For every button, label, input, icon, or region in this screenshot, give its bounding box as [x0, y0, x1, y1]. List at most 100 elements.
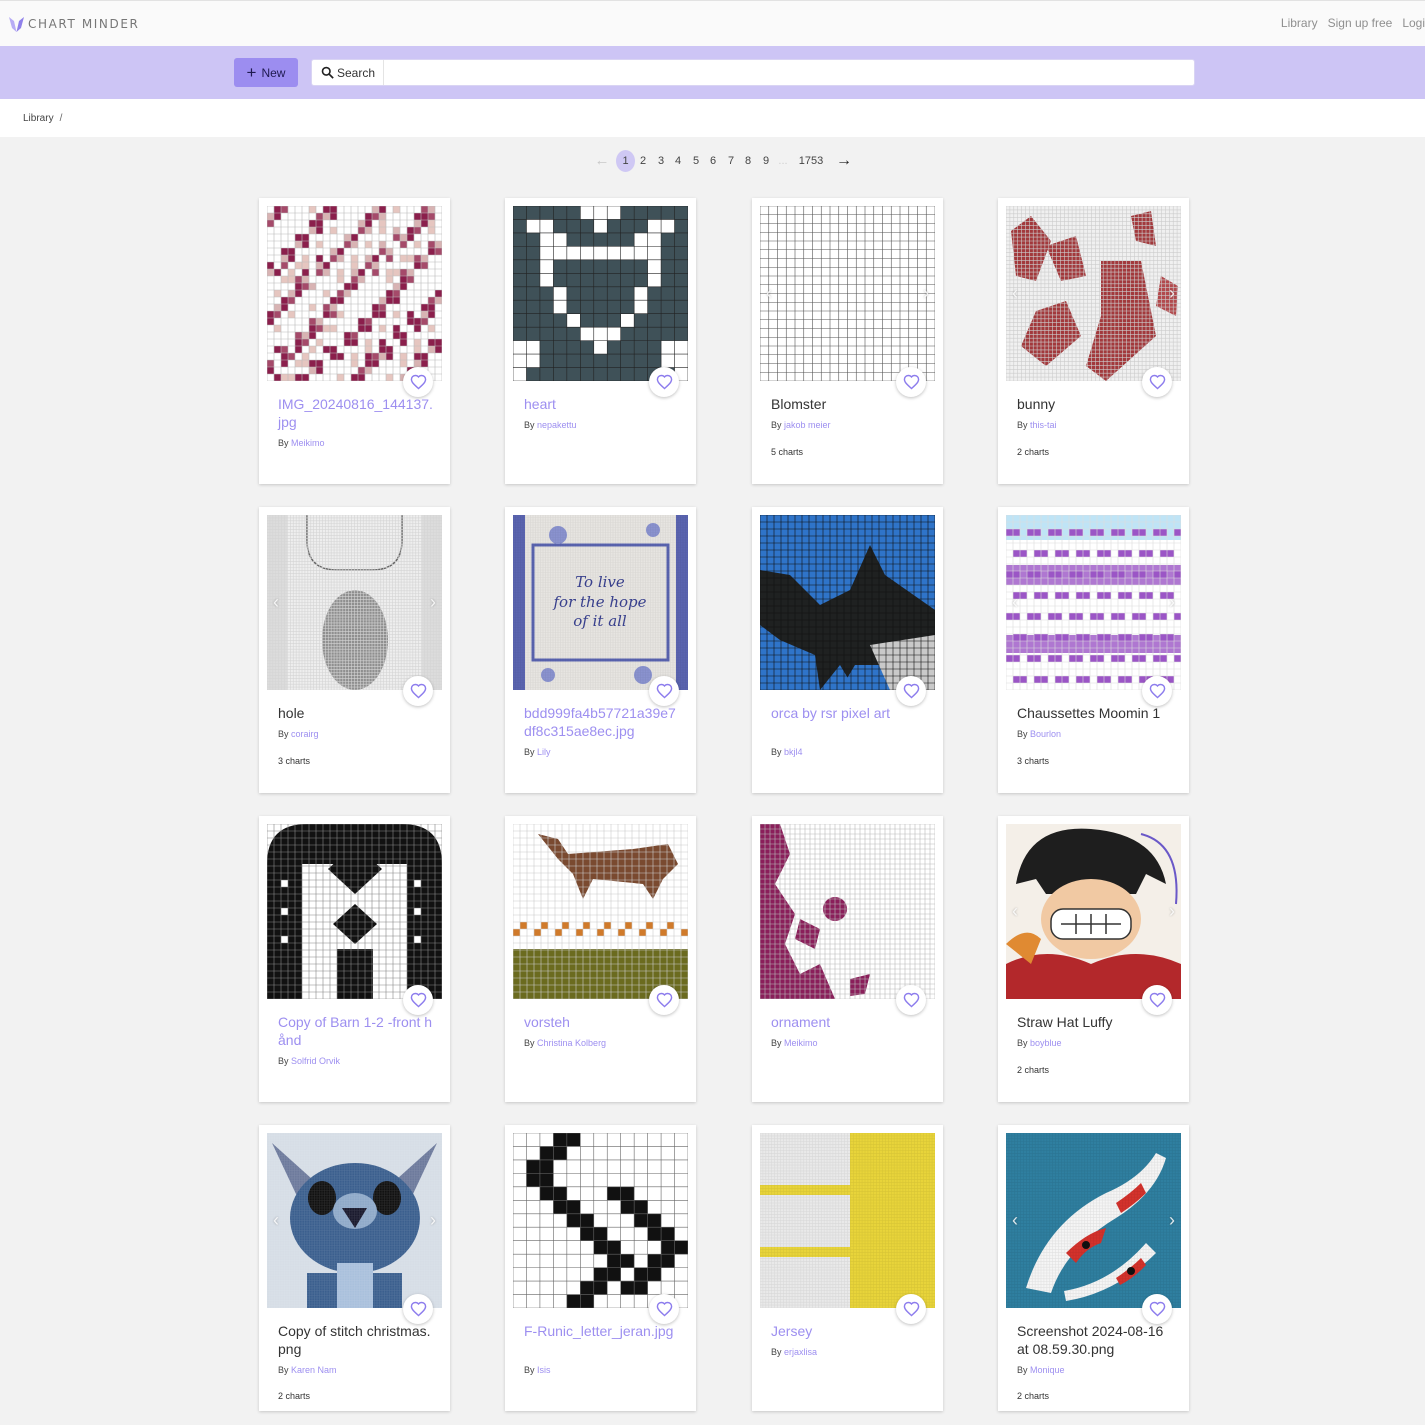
chart-card[interactable]: orca by rsr pixel art By bkjl4: [752, 507, 943, 793]
chart-thumbnail[interactable]: ‹ ›: [1006, 1133, 1181, 1308]
chart-card[interactable]: ‹ › hole By corairg 3 charts: [259, 507, 450, 793]
page-1[interactable]: 1: [616, 150, 635, 172]
chart-card[interactable]: ‹ › bunny By this-tai 2 charts: [998, 198, 1189, 484]
author-link[interactable]: Solfrid Orvik: [291, 1056, 340, 1066]
carousel-next-icon[interactable]: ›: [1169, 902, 1175, 920]
page-2[interactable]: 2: [638, 150, 648, 172]
author-link[interactable]: Meikimo: [291, 438, 325, 448]
chart-thumbnail[interactable]: ‹ ›: [267, 515, 442, 690]
chart-card[interactable]: IMG_20240816_144137.jpg By Meikimo: [259, 198, 450, 484]
chart-card[interactable]: ‹ › Blomster By jakob meier 5 charts: [752, 198, 943, 484]
page-last[interactable]: 1753: [797, 150, 825, 172]
chart-title[interactable]: orca by rsr pixel art: [771, 704, 927, 722]
carousel-next-icon[interactable]: ›: [1169, 1211, 1175, 1229]
search-button[interactable]: Search: [312, 60, 384, 85]
carousel-next-icon[interactable]: ›: [430, 1211, 436, 1229]
chart-thumbnail[interactable]: [760, 1133, 935, 1308]
chart-thumbnail[interactable]: [513, 1133, 688, 1308]
favorite-button[interactable]: [403, 676, 433, 706]
chart-thumbnail[interactable]: [760, 824, 935, 999]
chart-thumbnail[interactable]: [760, 515, 935, 690]
favorite-button[interactable]: [649, 367, 679, 397]
carousel-next-icon[interactable]: ›: [430, 593, 436, 611]
carousel-prev-icon[interactable]: ‹: [1012, 902, 1018, 920]
chart-title[interactable]: ornament: [771, 1013, 927, 1031]
carousel-prev-icon[interactable]: ‹: [1012, 593, 1018, 611]
chart-title[interactable]: heart: [524, 395, 680, 413]
search-input[interactable]: [384, 60, 1194, 85]
favorite-button[interactable]: [403, 1294, 433, 1324]
chart-title[interactable]: Copy of Barn 1-2 -front hånd: [278, 1013, 434, 1049]
carousel-prev-icon[interactable]: ‹: [1012, 284, 1018, 302]
chart-card[interactable]: Jersey By erjaxlisa: [752, 1125, 943, 1411]
chart-thumbnail[interactable]: To live for the hope of it all: [513, 515, 688, 690]
carousel-prev-icon[interactable]: ‹: [273, 1211, 279, 1229]
chart-thumbnail[interactable]: ‹ ›: [1006, 515, 1181, 690]
page-3[interactable]: 3: [656, 150, 666, 172]
author-link[interactable]: jakob meier: [784, 420, 831, 430]
chart-card[interactable]: ‹ › Straw Hat Luffy By boyblue 2 charts: [998, 816, 1189, 1102]
chart-thumbnail[interactable]: [513, 824, 688, 999]
author-link[interactable]: Meikimo: [784, 1038, 818, 1048]
favorite-button[interactable]: [896, 1294, 926, 1324]
page-6[interactable]: 6: [708, 150, 718, 172]
favorite-button[interactable]: [649, 1294, 679, 1324]
chart-thumbnail[interactable]: ‹ ›: [1006, 824, 1181, 999]
author-link[interactable]: boyblue: [1030, 1038, 1062, 1048]
favorite-button[interactable]: [896, 676, 926, 706]
next-page-arrow-icon[interactable]: →: [835, 150, 853, 172]
favorite-button[interactable]: [896, 367, 926, 397]
new-button[interactable]: + New: [234, 58, 298, 87]
carousel-prev-icon[interactable]: ‹: [273, 593, 279, 611]
carousel-prev-icon[interactable]: ‹: [766, 284, 772, 302]
author-link[interactable]: nepakettu: [537, 420, 577, 430]
favorite-button[interactable]: [1142, 985, 1172, 1015]
author-link[interactable]: Christina Kolberg: [537, 1038, 606, 1048]
chart-thumbnail[interactable]: [267, 824, 442, 999]
page-4[interactable]: 4: [673, 150, 683, 172]
author-link[interactable]: Monique: [1030, 1365, 1065, 1375]
chart-title[interactable]: IMG_20240816_144137.jpg: [278, 395, 434, 431]
favorite-button[interactable]: [896, 985, 926, 1015]
favorite-button[interactable]: [649, 676, 679, 706]
chart-card[interactable]: Copy of Barn 1-2 -front hånd By Solfrid O…: [259, 816, 450, 1102]
favorite-button[interactable]: [1142, 676, 1172, 706]
chart-card[interactable]: To live for the hope of it all bdd999fa4b57…: [505, 507, 696, 793]
breadcrumb-library[interactable]: Library: [23, 113, 54, 124]
chart-title[interactable]: bdd999fa4b57721a39e7df8c315ae8ec.jpg: [524, 704, 680, 740]
author-link[interactable]: bkjl4: [784, 747, 803, 757]
author-link[interactable]: Bourlon: [1030, 729, 1061, 739]
page-8[interactable]: 8: [743, 150, 753, 172]
author-link[interactable]: Isis: [537, 1365, 551, 1375]
favorite-button[interactable]: [1142, 367, 1172, 397]
author-link[interactable]: this-tai: [1030, 420, 1057, 430]
chart-thumbnail[interactable]: ‹ ›: [760, 206, 935, 381]
chart-card[interactable]: heart By nepakettu: [505, 198, 696, 484]
chart-card[interactable]: vorsteh By Christina Kolberg: [505, 816, 696, 1102]
chart-card[interactable]: ‹ › Chaussettes Moomin 1 By Bourlon 3 charts: [998, 507, 1189, 793]
chart-thumbnail[interactable]: ‹ ›: [1006, 206, 1181, 381]
page-5[interactable]: 5: [691, 150, 701, 172]
chart-card[interactable]: ‹ › Screenshot 2024-08-16 at 08.59.30.png B…: [998, 1125, 1189, 1411]
chart-title[interactable]: vorsteh: [524, 1013, 680, 1031]
chart-card[interactable]: ornament By Meikimo: [752, 816, 943, 1102]
author-link[interactable]: Lily: [537, 747, 551, 757]
nav-login-link[interactable]: Logi: [1402, 16, 1425, 30]
carousel-next-icon[interactable]: ›: [1169, 284, 1175, 302]
author-link[interactable]: corairg: [291, 729, 319, 739]
chart-card[interactable]: ‹ › Copy of stitch christmas.png By Karen N…: [259, 1125, 450, 1411]
nav-signup-link[interactable]: Sign up free: [1328, 16, 1393, 30]
carousel-next-icon[interactable]: ›: [923, 284, 929, 302]
chart-title[interactable]: Jersey: [771, 1322, 927, 1340]
nav-library-link[interactable]: Library: [1281, 16, 1318, 30]
page-7[interactable]: 7: [726, 150, 736, 172]
chart-thumbnail[interactable]: [267, 206, 442, 381]
favorite-button[interactable]: [403, 985, 433, 1015]
favorite-button[interactable]: [649, 985, 679, 1015]
author-link[interactable]: erjaxlisa: [784, 1347, 817, 1357]
prev-page-arrow-icon[interactable]: ←: [593, 150, 611, 172]
chart-title[interactable]: F-Runic_letter_jeran.jpg: [524, 1322, 680, 1340]
page-9[interactable]: 9: [761, 150, 771, 172]
logo[interactable]: CHART MINDER: [9, 16, 139, 32]
carousel-next-icon[interactable]: ›: [1169, 593, 1175, 611]
